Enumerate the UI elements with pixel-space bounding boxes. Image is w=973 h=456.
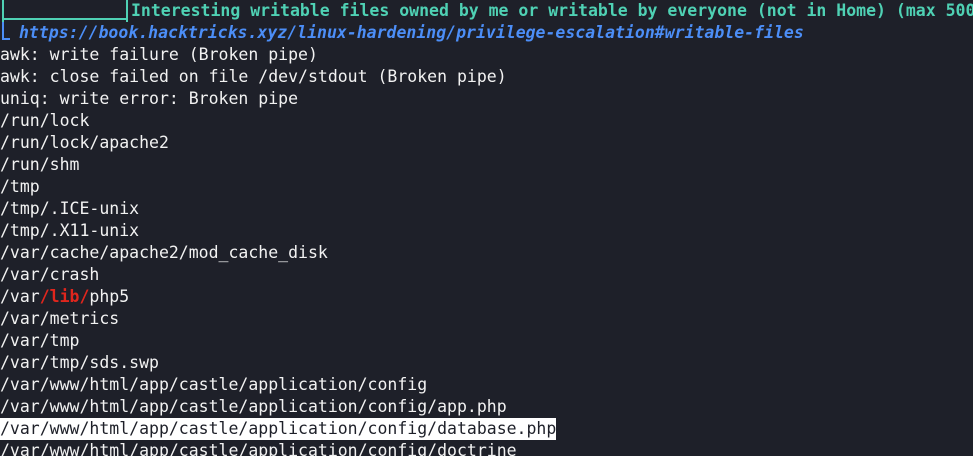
section-header-bar <box>2 0 128 22</box>
writable-path-line: /run/shm <box>0 155 80 174</box>
writable-path-line: /var/www/html/app/castle/application/con… <box>0 375 428 394</box>
writable-path-line: /run/lock <box>0 111 90 130</box>
header-bar-bottom-edge <box>2 18 128 20</box>
writable-path-line: /tmp <box>0 177 40 196</box>
writable-path-line: /tmp/.ICE-unix <box>0 199 140 218</box>
hacktricks-link[interactable]: https://book.hacktricks.xyz/linux-harden… <box>19 22 804 44</box>
writable-path-line: /var/tmp <box>0 331 80 350</box>
writable-path-line: /var/www/html/app/castle/application/con… <box>0 397 507 416</box>
section-title: Interesting writable files owned by me o… <box>131 1 973 20</box>
writable-path-line: /var/metrics <box>0 309 120 328</box>
writable-path-line: /var/www/html/app/castle/application/con… <box>0 441 517 456</box>
path-suffix: php5 <box>89 287 130 306</box>
link-corner-icon <box>2 22 10 40</box>
error-line: uniq: write error: Broken pipe <box>0 89 299 108</box>
highlighted-path-line: /var/lib/php5 <box>0 286 129 308</box>
error-line: awk: write failure (Broken pipe) <box>0 45 318 64</box>
writable-path-line: /var/crash <box>0 265 100 284</box>
error-line: awk: close failed on file /dev/stdout (B… <box>0 67 507 86</box>
selected-path-line[interactable]: /var/www/html/app/castle/application/con… <box>0 418 557 440</box>
writable-path-line: /run/lock/apache2 <box>0 133 169 152</box>
writable-path-line: /var/tmp/sds.swp <box>0 353 159 372</box>
writable-path-line: /tmp/.X11-unix <box>0 221 140 240</box>
writable-path-line: /var/cache/apache2/mod_cache_disk <box>0 243 328 262</box>
path-highlight: /lib/ <box>39 287 90 306</box>
path-prefix: /var <box>0 287 40 306</box>
terminal-window[interactable]: Interesting writable files owned by me o… <box>0 0 973 456</box>
